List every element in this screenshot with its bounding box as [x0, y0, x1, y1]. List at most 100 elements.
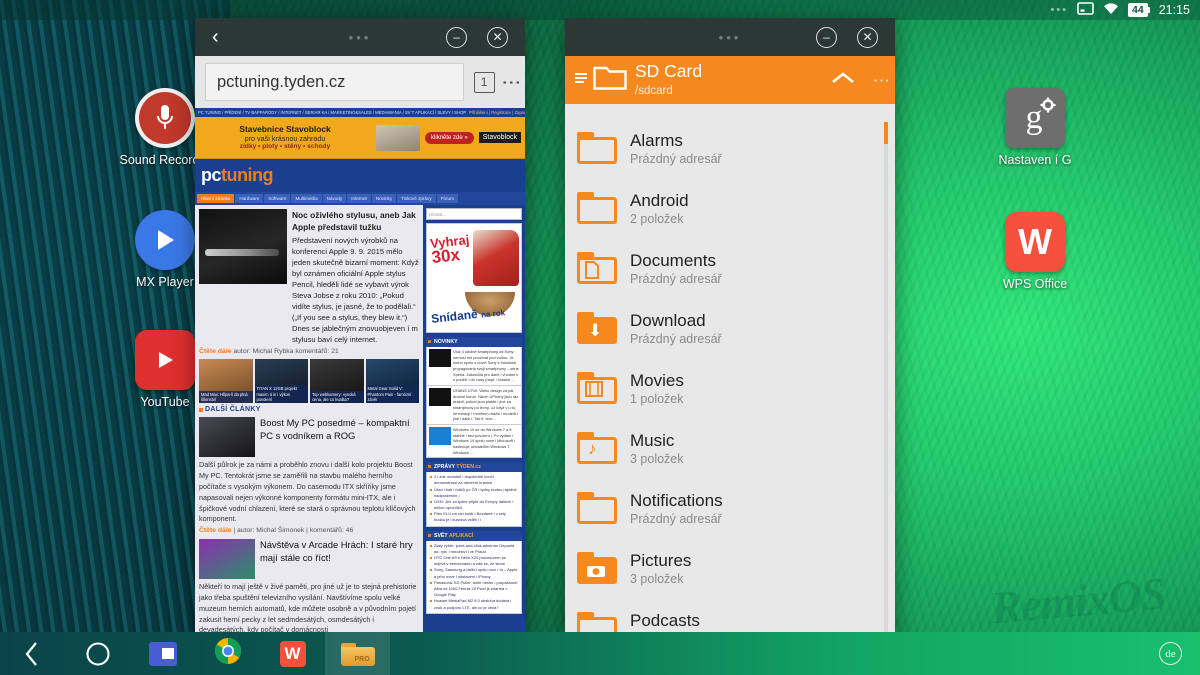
- folder-header-icon: [593, 64, 627, 96]
- scrollbar-track[interactable]: [884, 122, 888, 652]
- thumbnail-row[interactable]: Mad Max: Hlípa-š da plná šílenství TITAN…: [199, 359, 419, 404]
- lead-meta-comments: komentářů: 21: [295, 348, 339, 356]
- taskbar-wps-button[interactable]: W: [260, 632, 325, 675]
- file-name: Download: [630, 310, 706, 330]
- back-icon[interactable]: ‹: [195, 27, 219, 47]
- list-item[interactable]: OSN: Jen za týdne přijde do Evropy další…: [430, 499, 518, 511]
- article-item[interactable]: Boost My PC posedmé – kompaktní PC s vod…: [199, 417, 419, 458]
- list-item[interactable]: HTC One A9 s Helio X20 procesorem se obj…: [430, 555, 518, 567]
- file-list[interactable]: Alarms Prázdný adresář Android 2 položek…: [565, 118, 895, 658]
- lead-meta-more[interactable]: Čtěte dále: [199, 348, 231, 355]
- taskbar-file-manager-button[interactable]: PRO: [325, 632, 390, 675]
- site-tab-multimedia[interactable]: Multimédia: [291, 194, 322, 203]
- browser-window[interactable]: ‹ ••• – ✕ pctuning.tyden.cz 1 ⋮ PC TUNIN…: [195, 18, 525, 640]
- sidebar-news-item[interactable]: UHANS U700: Varhu design za pár drobné k…: [426, 385, 522, 425]
- folder-pictures-icon: [577, 552, 617, 584]
- thumbnail-item[interactable]: TITAN X 12GB projekt maxim á in i výkon …: [254, 359, 308, 404]
- site-tab-software[interactable]: Software: [264, 194, 291, 203]
- thumbnail-item[interactable]: Metal Gear Solid V: Phantom Pain - famóz…: [365, 359, 419, 404]
- taskbar-back-button[interactable]: [0, 632, 65, 675]
- logo-pc: pc: [201, 165, 222, 185]
- sidebar-news-item[interactable]: Windows 10 se do Windows 7 a 8 stáhne i …: [426, 424, 522, 459]
- ad-cta-button[interactable]: klikněte zde »: [425, 131, 474, 144]
- close-button[interactable]: ✕: [857, 26, 878, 48]
- sidebar-news-item[interactable]: Vlož 4 odolné smartphony od Sony: nemusí…: [426, 347, 522, 386]
- window-drag-dots[interactable]: •••: [349, 30, 372, 45]
- list-item[interactable]: Huawei MediaPad M2 8.0 obsluha dodává i …: [430, 598, 518, 610]
- sidebar-zpravy-list[interactable]: J í žde motorků i dopoledně končí demons…: [426, 472, 522, 527]
- file-manager-path: /sdcard: [635, 84, 673, 97]
- ad-line2: pro vaši krásnou zahradu: [244, 134, 326, 144]
- thumbnail-item[interactable]: Mad Max: Hlípa-š da plná šílenství: [199, 359, 253, 404]
- file-row-movies[interactable]: Movies 1 položek: [565, 358, 895, 418]
- kebab-menu-icon[interactable]: ⋮: [500, 73, 521, 92]
- file-name: Documents: [630, 250, 716, 270]
- list-item[interactable]: Panasonic SD Puller, tohle nesmí i propá…: [430, 580, 518, 599]
- sidebar-aplikace-list[interactable]: Zlatý výběr: point-and-click adventur De…: [426, 540, 522, 614]
- site-tab-hlavni[interactable]: Hlavní stránka: [197, 194, 235, 203]
- list-item[interactable]: Zlatý výběr: point-and-click adventur De…: [430, 543, 518, 555]
- site-tab-forum[interactable]: Fórum: [436, 194, 458, 203]
- lead-article[interactable]: Noc oživlého stylusu, aneb Jak Apple pře…: [199, 209, 419, 345]
- tab-count-button[interactable]: 1: [473, 71, 495, 93]
- url-input[interactable]: pctuning.tyden.cz: [205, 63, 464, 101]
- site-top-nav-left: PC TUNING / PŘÍDENÍ / TV BAPPARODY / INT…: [198, 110, 467, 115]
- overflow-menu-icon[interactable]: ⋮: [872, 72, 891, 89]
- close-button[interactable]: ✕: [487, 26, 508, 48]
- taskbar: W PRO de: [0, 632, 1200, 675]
- clock: 21:15: [1158, 3, 1190, 17]
- file-row-music[interactable]: ♪ Music 3 položek: [565, 418, 895, 478]
- site-tab-internet[interactable]: Internet: [347, 194, 371, 203]
- ad-banner-stavoblock[interactable]: Stavebnice Stavoblock pro vaši krásnou z…: [195, 117, 525, 159]
- taskbar-recents-button[interactable]: [130, 632, 195, 675]
- news-logo: [429, 349, 451, 367]
- site-nav-tabs[interactable]: Hlavní stránka Hardware Software Multimé…: [195, 192, 525, 205]
- ad-product-image: [376, 124, 421, 151]
- file-row-alarms[interactable]: Alarms Prázdný adresář: [565, 118, 895, 178]
- site-search-input[interactable]: Hledat...: [426, 208, 522, 220]
- browser-url-bar: pctuning.tyden.cz 1 ⋮: [195, 56, 525, 108]
- play-circle-icon: [135, 210, 195, 270]
- file-row-pictures[interactable]: Pictures 3 položek: [565, 538, 895, 598]
- article-item[interactable]: Návštěva v Arcade Hrách: I staré hry maj…: [199, 539, 419, 580]
- file-row-documents[interactable]: Documents Prázdný adresář: [565, 238, 895, 298]
- site-tab-tiskove[interactable]: Tiskové zprávy: [397, 194, 436, 203]
- file-count: Prázdný adresář: [630, 331, 722, 346]
- taskbar-chrome-button[interactable]: [195, 632, 260, 675]
- news-text: Windows 10 se do Windows 7 a 8 stáhne i …: [453, 426, 515, 455]
- file-manager-window[interactable]: ••• – ✕ SD Card /sdcard ⋮ Alarms Prázdný…: [565, 18, 895, 658]
- thumbnail-item[interactable]: Top webkamery: vysoká cena, ale co kvali…: [310, 359, 364, 404]
- site-top-nav[interactable]: PC TUNING / PŘÍDENÍ / TV BAPPARODY / INT…: [195, 108, 525, 117]
- article-headline[interactable]: Boost My PC posedmé – kompaktní PC s vod…: [260, 417, 419, 457]
- desktop-icon-nastaveni-google[interactable]: g Nastaven í G: [980, 88, 1090, 167]
- file-name: Podcasts: [630, 610, 700, 630]
- window-drag-dots[interactable]: •••: [719, 30, 742, 45]
- article-headline[interactable]: Návštěva v Arcade Hrách: I staré hry maj…: [260, 539, 419, 579]
- taskbar-home-button[interactable]: [65, 632, 130, 675]
- folder-movies-icon: [577, 372, 617, 404]
- minimize-button[interactable]: –: [816, 26, 837, 48]
- list-item[interactable]: Sony, Samsung a další i spolu noví í to …: [430, 567, 518, 579]
- site-tab-novinky[interactable]: Novinky: [371, 194, 397, 203]
- ad-snidane-na-rok[interactable]: Vyhraj 30x Snídaně na rok: [426, 223, 522, 333]
- article-meta: Čtěte dále | autor: Michal Šimonek | kom…: [199, 527, 354, 535]
- article-meta-more[interactable]: Čtěte dále: [199, 527, 231, 534]
- article-meta-author: autor: Michal Šimonek: [237, 527, 305, 535]
- list-item[interactable]: Přes ELU na cizí kostí í Bezdané i v cel…: [430, 511, 518, 523]
- file-row-android[interactable]: Android 2 položek: [565, 178, 895, 238]
- site-tab-navody[interactable]: Návody: [322, 194, 347, 203]
- scrollbar-thumb[interactable]: [884, 122, 888, 144]
- file-row-download[interactable]: ⬇ Download Prázdný adresář: [565, 298, 895, 358]
- chevron-up-icon[interactable]: [831, 71, 855, 90]
- hamburger-icon[interactable]: [575, 69, 589, 92]
- list-item[interactable]: J í žde motorků i dopoledně končí demons…: [430, 474, 518, 486]
- chrome-icon: [214, 637, 242, 670]
- list-item[interactable]: Úřad i bali í řidičů po ČR i týdny budou…: [430, 487, 518, 499]
- site-tab-hardware[interactable]: Hardware: [235, 194, 264, 203]
- site-logo[interactable]: pc tuning: [195, 159, 525, 192]
- file-row-notifications[interactable]: Notifications Prázdný adresář: [565, 478, 895, 538]
- keyboard-layout-badge[interactable]: de: [1159, 642, 1182, 665]
- desktop-icon-wps-office[interactable]: W WPS Office: [980, 212, 1090, 291]
- ad-logo: Stavoblock: [478, 132, 521, 143]
- minimize-button[interactable]: –: [446, 26, 467, 48]
